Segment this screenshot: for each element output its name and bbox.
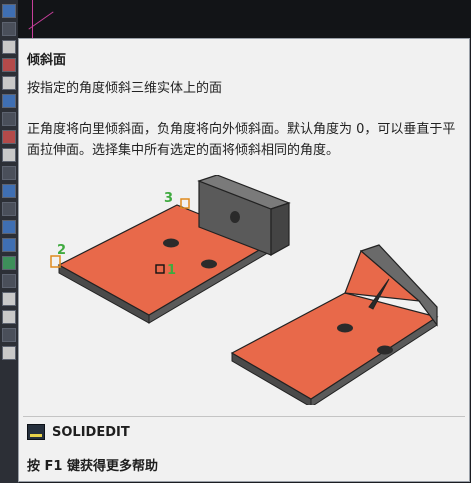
tooltip-description: 按指定的角度倾斜三维实体上的面 [27, 81, 223, 96]
step-label-1: 1 [167, 263, 176, 278]
toolbar-tool-icon[interactable] [2, 76, 16, 90]
toolbar-tool-icon[interactable] [2, 94, 16, 108]
tooltip-divider [23, 416, 465, 417]
toolbar-tool-icon[interactable] [2, 184, 16, 198]
f1-help-hint: 按 F1 键获得更多帮助 [27, 459, 158, 474]
drawing-line [32, 0, 33, 38]
toolbar-tool-icon[interactable] [2, 256, 16, 270]
toolbar-tool-icon[interactable] [2, 40, 16, 54]
step-label-2: 2 [57, 243, 66, 258]
toolbar-tool-icon[interactable] [2, 220, 16, 234]
toolbar-tool-icon[interactable] [2, 4, 16, 18]
toolbar-tool-icon[interactable] [2, 310, 16, 324]
toolbar-tool-icon[interactable] [2, 58, 16, 72]
toolbar-tool-icon[interactable] [2, 346, 16, 360]
toolbar-tool-icon[interactable] [2, 112, 16, 126]
toolbar-tool-icon[interactable] [2, 22, 16, 36]
toolbar-tool-icon[interactable] [2, 166, 16, 180]
original-solid: 3 2 1 [50, 175, 291, 324]
toolbar-tool-icon[interactable] [2, 202, 16, 216]
tooltip-body-text: 正角度将向里倾斜面，负角度将向外倾斜面。默认角度为 0，可以垂直于平面拉伸面。选… [27, 122, 456, 158]
command-row: SOLIDEDIT [27, 424, 130, 440]
left-toolbar [0, 0, 19, 483]
tooltip-title: 倾斜面 [27, 53, 67, 68]
command-tooltip: 倾斜面 按指定的角度倾斜三维实体上的面 正角度将向里倾斜面，负角度将向外倾斜面。… [18, 38, 470, 482]
command-line-icon [27, 424, 45, 440]
command-name: SOLIDEDIT [52, 424, 130, 440]
toolbar-tool-icon[interactable] [2, 292, 16, 306]
drawing-canvas[interactable] [18, 0, 471, 38]
toolbar-tool-icon[interactable] [2, 328, 16, 342]
toolbar-tool-icon[interactable] [2, 238, 16, 252]
taper-faces-illustration: 3 2 1 [50, 175, 439, 405]
tapered-face [230, 292, 439, 400]
toolbar-tool-icon[interactable] [2, 130, 16, 144]
tapered-solid [230, 244, 439, 405]
step-label-3: 3 [164, 191, 173, 206]
toolbar-tool-icon[interactable] [2, 148, 16, 162]
toolbar-tool-icon[interactable] [2, 274, 16, 288]
